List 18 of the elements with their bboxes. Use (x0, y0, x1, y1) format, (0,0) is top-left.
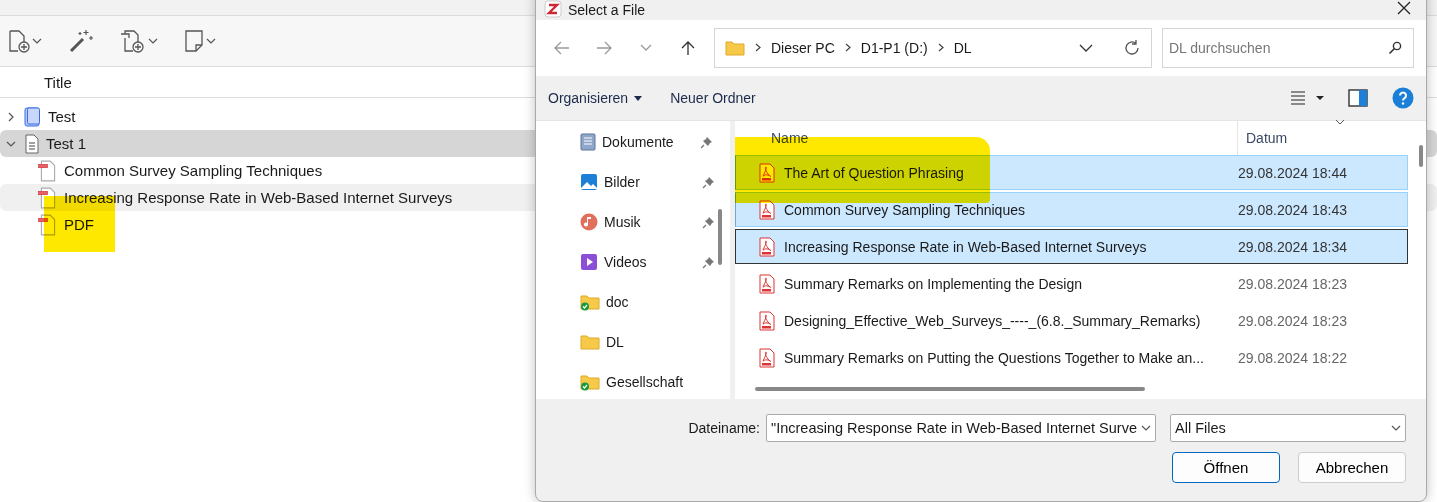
item-title: PDF (64, 216, 94, 233)
item-title: Test 1 (46, 135, 87, 152)
file-date: 29.08.2024 18:34 (1238, 238, 1347, 255)
dialog-title: Select a File (568, 2, 647, 18)
file-name: Summary Remarks on Putting the Questions Together to Make an... (784, 349, 1205, 366)
file-date: 29.08.2024 18:22 (1238, 349, 1347, 366)
file-name-label: Dateiname: (688, 420, 760, 436)
file-name: Summary Remarks on Implementing the Design (784, 275, 1083, 292)
file-name: The Art of Question Phrasing (784, 164, 965, 181)
file-date: 29.08.2024 18:23 (1238, 275, 1347, 292)
item-title: Test (48, 108, 76, 125)
item-title: Common Survey Sampling Techniques (64, 162, 323, 179)
file-name: Designing_Effective_Web_Surveys_----_(6.8._Summary_Remarks) (784, 312, 1202, 329)
file-date: 29.08.2024 18:23 (1238, 312, 1347, 329)
file-name: Common Survey Sampling Techniques (784, 201, 1026, 218)
file-name: Increasing Response Rate in Web-Based Internet Surveys (784, 238, 1148, 255)
file-date: 29.08.2024 18:44 (1238, 164, 1347, 181)
file-date: 29.08.2024 18:43 (1238, 201, 1347, 218)
